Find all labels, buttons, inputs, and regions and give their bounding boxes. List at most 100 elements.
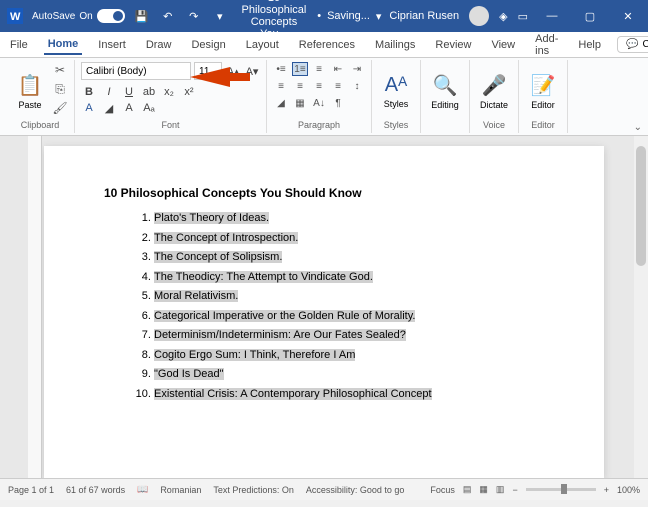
list-item: Existential Crisis: A Contemporary Philo… xyxy=(154,386,544,403)
menu-file[interactable]: File xyxy=(6,36,32,54)
bullets-button[interactable]: •≡ xyxy=(273,62,289,76)
collapse-ribbon-icon[interactable]: ⌄ xyxy=(634,122,642,133)
font-name-select[interactable]: Calibri (Body) xyxy=(81,62,191,80)
menu-references[interactable]: References xyxy=(295,36,359,54)
paste-button[interactable]: 📋 Paste xyxy=(12,62,48,120)
list-item: The Concept of Solipsism. xyxy=(154,249,544,266)
superscript-button[interactable]: x² xyxy=(181,84,197,100)
font-size-select[interactable]: 11 xyxy=(194,62,222,80)
show-marks-button[interactable]: ¶ xyxy=(330,96,346,110)
word-count[interactable]: 61 of 67 words xyxy=(66,485,125,495)
zoom-in-button[interactable]: + xyxy=(604,485,609,495)
undo-icon[interactable]: ↶ xyxy=(159,7,177,25)
editor-button[interactable]: 📝 Editor xyxy=(525,62,561,120)
cut-icon[interactable]: ✂ xyxy=(52,62,68,78)
menu-draw[interactable]: Draw xyxy=(142,36,176,54)
multilevel-button[interactable]: ≡ xyxy=(311,62,327,76)
accessibility[interactable]: Accessibility: Good to go xyxy=(306,485,405,495)
borders-button[interactable]: ▦ xyxy=(292,96,308,110)
focus-mode[interactable]: Focus xyxy=(430,485,455,495)
autosave-toggle[interactable]: AutoSave On xyxy=(32,9,125,23)
styles-button[interactable]: Aᴬ Styles xyxy=(378,62,414,120)
strike-button[interactable]: ab xyxy=(141,84,157,100)
text-effects-button[interactable]: A xyxy=(121,100,137,116)
save-icon[interactable]: 💾 xyxy=(133,7,151,25)
align-right-button[interactable]: ≡ xyxy=(311,79,327,93)
print-layout-icon[interactable]: ▤ xyxy=(463,484,472,495)
spell-check-icon[interactable]: 📖 xyxy=(137,484,148,495)
minimize-button[interactable]: — xyxy=(538,6,566,26)
avatar[interactable] xyxy=(469,6,489,26)
list-item: The Concept of Introspection. xyxy=(154,230,544,247)
clear-format-button[interactable]: Aₐ xyxy=(141,100,157,116)
editing-button[interactable]: 🔍 Editing xyxy=(427,62,463,120)
dropdown-icon[interactable]: ▾ xyxy=(211,7,229,25)
search-icon: 🔍 xyxy=(433,73,458,98)
titlebar: W AutoSave On 💾 ↶ ↷ ▾ 10 Philosophical C… xyxy=(0,0,648,32)
menu-addins[interactable]: Add-ins xyxy=(531,30,562,60)
shading-button[interactable]: ◢ xyxy=(273,96,289,110)
menu-design[interactable]: Design xyxy=(187,36,229,54)
decrease-indent-button[interactable]: ⇤ xyxy=(330,62,346,76)
read-mode-icon[interactable]: ▦ xyxy=(479,484,488,495)
copy-icon[interactable]: ⎘ xyxy=(52,81,68,97)
vertical-scrollbar[interactable] xyxy=(634,136,648,478)
menu-review[interactable]: Review xyxy=(431,36,475,54)
redo-icon[interactable]: ↷ xyxy=(185,7,203,25)
align-left-button[interactable]: ≡ xyxy=(273,79,289,93)
voice-group: 🎤 Dictate Voice xyxy=(470,60,519,133)
increase-font-icon[interactable]: A▴ xyxy=(225,63,241,79)
highlight-button[interactable]: ◢ xyxy=(101,100,117,116)
doc-heading: 10 Philosophical Concepts You Should Kno… xyxy=(104,186,544,200)
page[interactable]: 10 Philosophical Concepts You Should Kno… xyxy=(44,146,604,478)
ribbon-mode-icon[interactable]: ▭ xyxy=(518,10,528,23)
editing-group: 🔍 Editing xyxy=(421,60,470,133)
menu-view[interactable]: View xyxy=(487,36,519,54)
numbering-button[interactable]: 1≡ xyxy=(292,62,308,76)
styles-icon: Aᴬ xyxy=(385,74,407,97)
line-spacing-button[interactable]: ↕ xyxy=(349,79,365,93)
paragraph-group: •≡ 1≡ ≡ ⇤ ⇥ ≡ ≡ ≡ ≡ ↕ ◢ ▦ A↓ ¶ Paragraph xyxy=(267,60,372,133)
svg-text:W: W xyxy=(10,11,21,23)
word-icon: W xyxy=(6,7,24,25)
increase-indent-button[interactable]: ⇥ xyxy=(349,62,365,76)
language[interactable]: Romanian xyxy=(160,485,201,495)
close-button[interactable]: ✕ xyxy=(614,6,642,26)
statusbar: Page 1 of 1 61 of 67 words 📖 Romanian Te… xyxy=(0,478,648,500)
comments-button[interactable]: 💬 Comments xyxy=(617,36,648,53)
zoom-slider[interactable] xyxy=(526,488,596,491)
list-item: Determinism/Indeterminism: Are Our Fates… xyxy=(154,327,544,344)
clipboard-icon: 📋 xyxy=(18,73,43,98)
font-color-button[interactable]: A xyxy=(81,100,97,116)
align-center-button[interactable]: ≡ xyxy=(292,79,308,93)
document-area: 10 Philosophical Concepts You Should Kno… xyxy=(0,136,648,478)
zoom-out-button[interactable]: − xyxy=(512,485,517,495)
page-count[interactable]: Page 1 of 1 xyxy=(8,485,54,495)
user-name[interactable]: Ciprian Rusen xyxy=(389,10,459,22)
underline-button[interactable]: U xyxy=(121,84,137,100)
menu-insert[interactable]: Insert xyxy=(94,36,130,54)
bold-button[interactable]: B xyxy=(81,84,97,100)
sort-button[interactable]: A↓ xyxy=(311,96,327,110)
menu-mailings[interactable]: Mailings xyxy=(371,36,419,54)
justify-button[interactable]: ≡ xyxy=(330,79,346,93)
menu-layout[interactable]: Layout xyxy=(242,36,283,54)
maximize-button[interactable]: ▢ xyxy=(576,6,604,26)
diamond-icon[interactable]: ◈ xyxy=(499,10,507,23)
list-item: Cogito Ergo Sum: I Think, Therefore I Am xyxy=(154,347,544,364)
editor-group: 📝 Editor Editor xyxy=(519,60,568,133)
web-layout-icon[interactable]: ▥ xyxy=(496,484,505,495)
menubar: File Home Insert Draw Design Layout Refe… xyxy=(0,32,648,58)
menu-home[interactable]: Home xyxy=(44,35,83,55)
clipboard-group: 📋 Paste ✂ ⎘ 🖌 Clipboard xyxy=(6,60,75,133)
subscript-button[interactable]: x₂ xyxy=(161,84,177,100)
italic-button[interactable]: I xyxy=(101,84,117,100)
dictate-button[interactable]: 🎤 Dictate xyxy=(476,62,512,120)
list-item: Categorical Imperative or the Golden Rul… xyxy=(154,308,544,325)
vertical-ruler[interactable] xyxy=(28,136,42,478)
format-painter-icon[interactable]: 🖌 xyxy=(52,100,68,116)
zoom-level[interactable]: 100% xyxy=(617,485,640,495)
text-predictions[interactable]: Text Predictions: On xyxy=(213,485,294,495)
decrease-font-icon[interactable]: A▾ xyxy=(244,63,260,79)
menu-help[interactable]: Help xyxy=(574,36,605,54)
